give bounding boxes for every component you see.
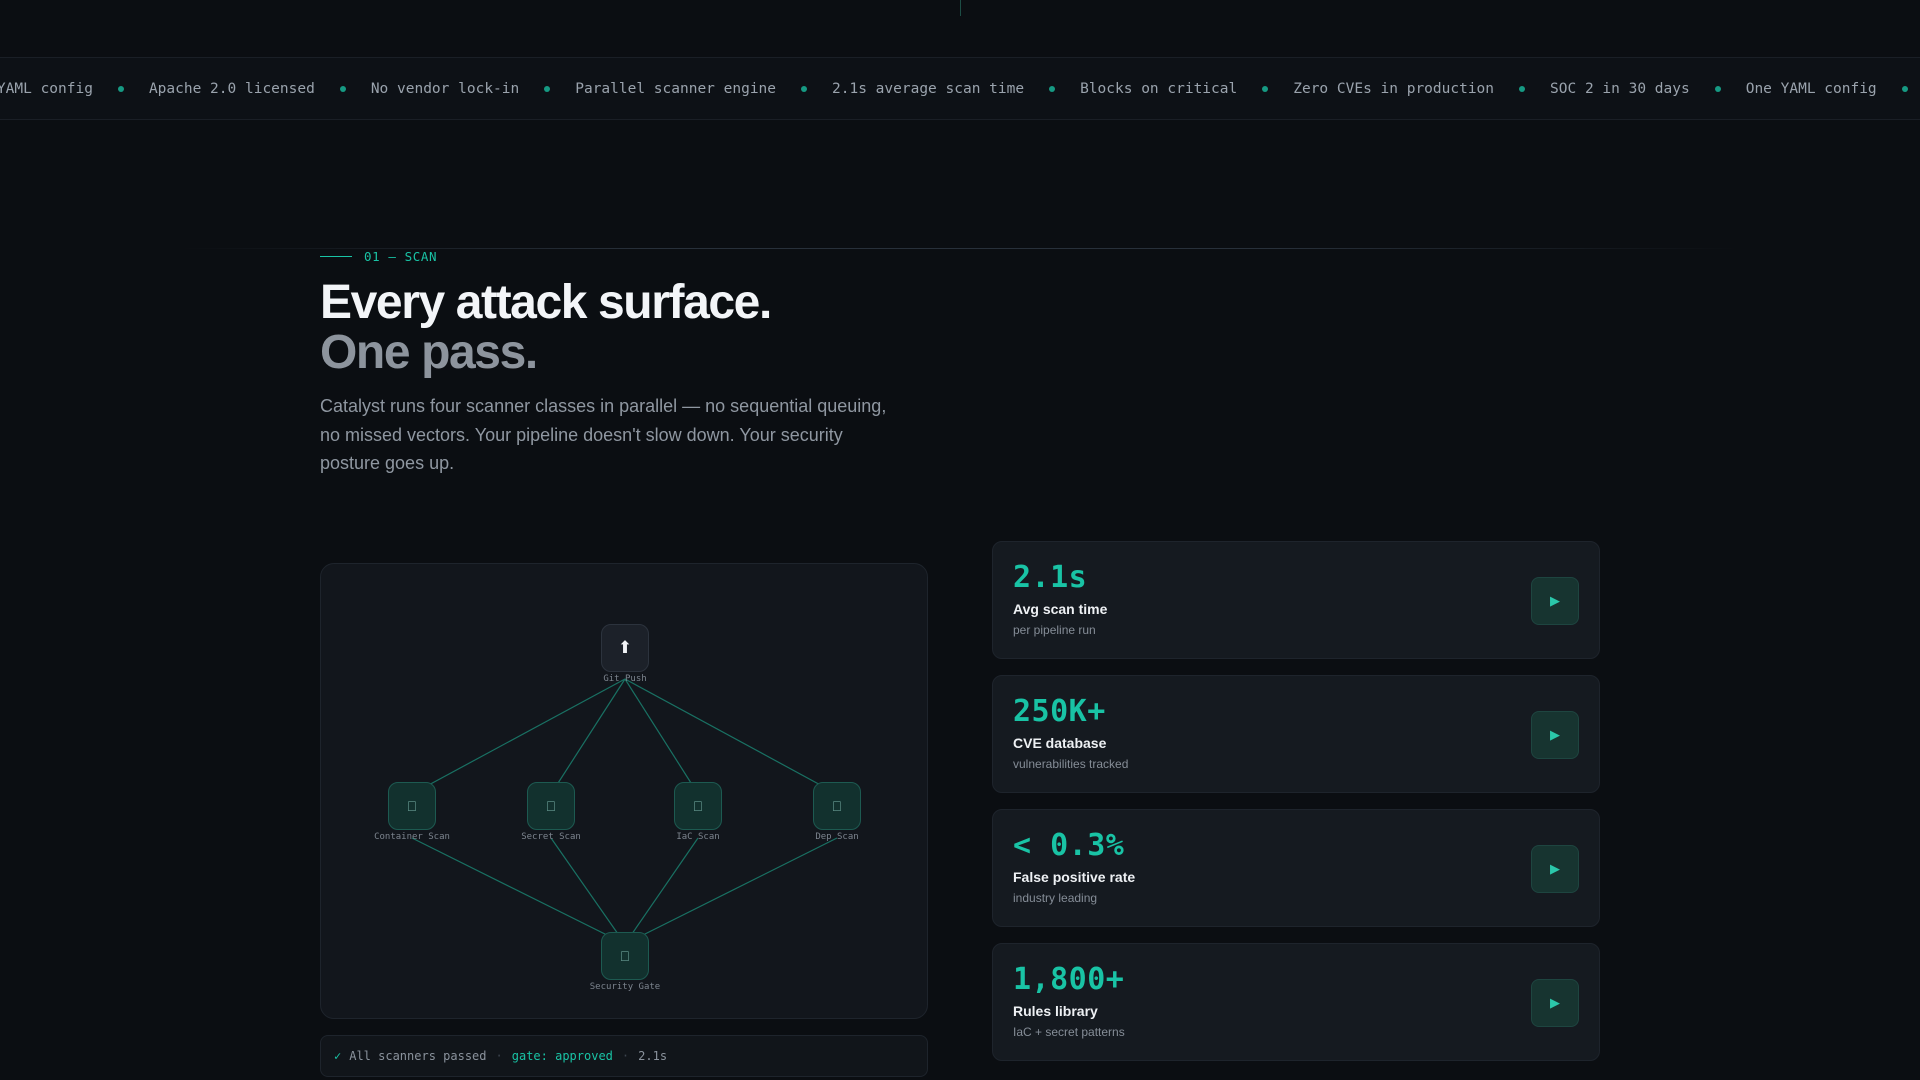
container-scan-label: Container Scan	[374, 832, 450, 842]
security-gate-node[interactable]: ⎕	[601, 932, 649, 980]
connector-line	[411, 837, 626, 945]
feature-ticker: One YAML config Apache 2.0 licensed No v…	[0, 58, 1920, 120]
ticker-separator-dot	[544, 86, 551, 92]
stat-subtext: per pipeline run	[1013, 623, 1096, 637]
play-icon: ▶	[1550, 995, 1560, 1010]
git-push-label: Git Push	[603, 674, 647, 684]
ticker-separator-dot	[1262, 86, 1269, 92]
stat-card-false-positive-rate: < 0.3% False positive rate industry lead…	[992, 809, 1600, 927]
play-button[interactable]: ▶	[1531, 845, 1579, 893]
ticker-item: Zero CVEs in production	[1293, 81, 1550, 97]
ticker-separator-dot	[1049, 86, 1056, 92]
ticker-item: No vendor lock-in	[371, 81, 575, 97]
status-text: All scanners passed	[349, 1049, 487, 1063]
ticker-separator-dot	[1519, 86, 1526, 92]
check-icon: ✓	[334, 1049, 342, 1063]
status-separator: ·	[621, 1049, 630, 1063]
scan-status-bar: ✓ All scanners passed · gate: approved ·…	[320, 1035, 928, 1077]
secret-scan-label: Secret Scan	[521, 832, 581, 842]
stat-label: Rules library	[1013, 1003, 1098, 1019]
iac-scan-node[interactable]: ⎕	[674, 782, 722, 830]
ticker-item: One YAML config	[0, 81, 149, 97]
stat-value: 250K+	[1013, 694, 1106, 729]
security-gate-label: Security Gate	[589, 982, 661, 992]
gate-status: gate: approved	[511, 1049, 613, 1063]
connector-line	[624, 678, 838, 795]
stat-value: 1,800+	[1013, 962, 1125, 997]
connector-line	[624, 678, 699, 795]
stat-subtext: vulnerabilities tracked	[1013, 757, 1129, 771]
dep-scan-node[interactable]: ⎕	[813, 782, 861, 830]
scan-pipeline-diagram: ⬆ Git Push ⎕ Container Scan ⎕ Secret Sca…	[320, 563, 928, 1019]
play-button[interactable]: ▶	[1531, 577, 1579, 625]
stat-subtext: IaC + secret patterns	[1013, 1025, 1125, 1039]
scan-time: 2.1s	[638, 1049, 668, 1063]
git-push-node[interactable]: ⬆	[601, 624, 649, 672]
iac-scan-label: IaC Scan	[676, 832, 720, 842]
container-scan-node[interactable]: ⎕	[388, 782, 436, 830]
iac-icon: ⎕	[693, 797, 703, 814]
play-button[interactable]: ▶	[1531, 711, 1579, 759]
stat-value: 2.1s	[1013, 560, 1088, 595]
ticker-separator-dot	[1901, 86, 1908, 92]
stat-value: < 0.3%	[1013, 828, 1125, 863]
stat-label: Avg scan time	[1013, 601, 1108, 617]
status-separator: ·	[495, 1049, 503, 1063]
ticker-item: 2.1s average scan time	[832, 81, 1080, 97]
stat-label: CVE database	[1013, 735, 1107, 751]
dependency-icon: ⎕	[832, 797, 842, 814]
connector-line	[411, 678, 626, 795]
headline-line-1: Every attack surface.	[320, 276, 772, 329]
dep-scan-label: Dep Scan	[815, 832, 859, 842]
secret-icon: ⎕	[546, 797, 556, 814]
stat-label: False positive rate	[1013, 869, 1136, 885]
play-icon: ▶	[1550, 861, 1560, 876]
section-lead: Catalyst runs four scanner classes in pa…	[320, 396, 887, 473]
ticker-separator-dot	[339, 86, 346, 92]
ticker-item: SOC 2 in 30 days	[1550, 81, 1746, 97]
play-button[interactable]: ▶	[1531, 979, 1579, 1027]
play-icon: ▶	[1550, 593, 1560, 608]
nav-center-marker	[960, 0, 961, 16]
section-headline: Every attack surface. One pass.	[320, 276, 772, 379]
stat-card-rules-library: 1,800+ Rules library IaC + secret patter…	[992, 943, 1600, 1061]
upload-arrow-icon: ⬆	[617, 638, 633, 657]
ticker-item: Parallel scanner engine	[575, 81, 832, 97]
stat-card-cve-database: 250K+ CVE database vulnerabilities track…	[992, 675, 1600, 793]
ticker-separator-dot	[117, 86, 124, 92]
stat-card-avg-scan-time: 2.1s Avg scan time per pipeline run ▶	[992, 541, 1600, 659]
section-eyebrow: 01 — SCAN	[320, 248, 438, 264]
eyebrow-line	[320, 255, 352, 257]
headline-line-2: One pass.	[320, 326, 538, 379]
gate-icon: ⎕	[620, 947, 630, 964]
ticker-separator-dot	[801, 86, 808, 92]
play-icon: ▶	[1550, 727, 1560, 742]
connector-line	[550, 837, 626, 945]
stat-subtext: industry leading	[1013, 891, 1098, 905]
container-icon: ⎕	[407, 797, 417, 814]
connector-line	[624, 837, 699, 945]
eyebrow-label: 01 — SCAN	[364, 248, 438, 264]
connector-line	[550, 678, 626, 795]
ticker-item: One YAML config	[1746, 81, 1920, 97]
connector-line	[624, 837, 838, 945]
ticker-item: Apache 2.0 licensed	[149, 81, 371, 97]
secret-scan-node[interactable]: ⎕	[527, 782, 575, 830]
ticker-item: Blocks on critical	[1080, 81, 1293, 97]
top-nav-bar	[0, 0, 1920, 58]
ticker-separator-dot	[1714, 86, 1721, 92]
ticker-track: One YAML config Apache 2.0 licensed No v…	[0, 58, 1920, 119]
